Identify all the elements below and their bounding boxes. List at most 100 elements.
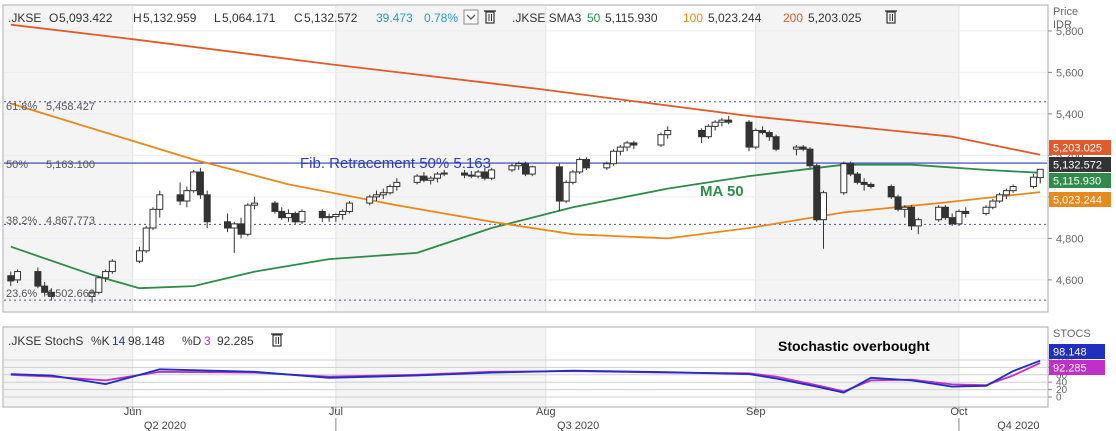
candle-body bbox=[420, 175, 428, 181]
candle bbox=[149, 207, 157, 231]
candle bbox=[582, 157, 590, 170]
candle bbox=[752, 128, 760, 150]
badge-stoch-d: 92.285 bbox=[1049, 360, 1105, 375]
candle bbox=[271, 201, 279, 214]
quarter-label: Q3 2020 bbox=[557, 420, 599, 431]
candle-body bbox=[847, 163, 855, 175]
candle-body bbox=[711, 121, 719, 127]
candle-body bbox=[820, 192, 827, 221]
candle-body bbox=[95, 277, 103, 293]
sma-period-200: 200 bbox=[783, 11, 803, 25]
candle-body bbox=[623, 142, 631, 148]
candle bbox=[244, 203, 252, 237]
candle-body bbox=[941, 206, 949, 219]
candle-body bbox=[772, 136, 780, 150]
candle-body bbox=[508, 165, 516, 171]
candle-body bbox=[704, 125, 712, 138]
badge-stoch-k-text: 98.148 bbox=[1053, 347, 1087, 359]
candle bbox=[847, 161, 855, 177]
sma-label: .JKSE SMA3 bbox=[512, 11, 582, 25]
stoch-k-value: 98.148 bbox=[128, 334, 165, 348]
candle-body bbox=[1036, 168, 1044, 179]
candle-body bbox=[799, 146, 807, 150]
candle-body bbox=[271, 202, 279, 212]
candle bbox=[576, 157, 584, 175]
candle-body bbox=[393, 181, 401, 188]
candle bbox=[935, 205, 943, 222]
candle-body bbox=[555, 166, 563, 202]
ma50-annotation: MA 50 bbox=[700, 183, 744, 200]
candle bbox=[345, 201, 353, 214]
month-label: Jul bbox=[329, 406, 343, 418]
price-axis-ticks: 5,8005,6005,4005,2005,0004,8004,600 bbox=[1048, 26, 1084, 287]
candle-body bbox=[989, 200, 997, 208]
candle-body bbox=[806, 148, 814, 167]
candle-body bbox=[142, 227, 150, 252]
price-tick-label: 4,600 bbox=[1056, 275, 1084, 287]
quarter-label: Q4 2020 bbox=[997, 420, 1039, 431]
candle-body bbox=[698, 129, 706, 138]
stoch-annotation: Stochastic overbought bbox=[778, 338, 930, 354]
candle-body bbox=[948, 217, 956, 225]
candle-body bbox=[894, 196, 902, 210]
candle bbox=[610, 149, 618, 166]
candle bbox=[745, 120, 753, 152]
change-value: 39.473 bbox=[376, 11, 413, 25]
candle-body bbox=[887, 186, 895, 198]
badge-stoch-k: 98.148 bbox=[1049, 344, 1105, 359]
candle bbox=[840, 161, 848, 195]
stoch-header: .JKSE StochS %K 14 98.148 %D 3 92.285 bbox=[8, 334, 254, 348]
badge-stoch-d-text: 92.285 bbox=[1053, 363, 1087, 375]
candle-body bbox=[630, 142, 638, 146]
candle-body bbox=[752, 129, 760, 148]
badge-sma100-text: 5,023.244 bbox=[1053, 195, 1102, 207]
candle-body bbox=[176, 194, 184, 202]
candle bbox=[941, 205, 949, 220]
candle bbox=[522, 161, 529, 177]
candle-body bbox=[1029, 176, 1037, 188]
candle bbox=[569, 169, 577, 185]
candle-body bbox=[461, 172, 469, 176]
candle bbox=[108, 259, 116, 274]
candle-body bbox=[528, 166, 536, 175]
low-label: L bbox=[214, 11, 221, 25]
price-tick-label: 5,800 bbox=[1056, 26, 1084, 38]
chevron-down-icon[interactable] bbox=[463, 9, 479, 25]
candle bbox=[95, 275, 103, 295]
candle-body bbox=[251, 202, 259, 206]
candle-body bbox=[224, 221, 231, 229]
low-value: 5,064.171 bbox=[222, 11, 276, 25]
high-value: 5,132.959 bbox=[143, 11, 197, 25]
candle-body bbox=[413, 175, 421, 183]
stoch-k-period: 14 bbox=[112, 334, 126, 348]
candle-body bbox=[373, 194, 380, 198]
fib-382-pct: 38.2% bbox=[6, 215, 37, 227]
sma-header: .JKSE SMA3 50 5,115.930 100 5,023.244 20… bbox=[512, 11, 862, 25]
candle-body bbox=[562, 181, 570, 202]
candle-body bbox=[1009, 186, 1017, 192]
stoch-d-value: 92.285 bbox=[217, 334, 254, 348]
stoch-tick-label: 0 bbox=[1056, 393, 1062, 404]
price-tick-label: 4,800 bbox=[1056, 233, 1084, 245]
fib-annotation: Fib. Retracement 50% 5.163 bbox=[300, 155, 491, 172]
candle-body bbox=[853, 173, 861, 183]
badge-last-price-text: 5,132.572 bbox=[1053, 160, 1102, 172]
candle bbox=[806, 147, 814, 168]
candle-body bbox=[244, 204, 252, 235]
candle-body bbox=[1002, 190, 1010, 196]
month-band bbox=[755, 6, 959, 311]
candle-body bbox=[664, 129, 672, 136]
sma-period-100: 100 bbox=[683, 11, 703, 25]
close-value: 5,132.572 bbox=[304, 11, 358, 25]
open-value: 5,093.422 bbox=[59, 11, 113, 25]
candle-body bbox=[582, 159, 590, 169]
candle bbox=[894, 194, 902, 212]
candle-body bbox=[867, 183, 875, 188]
candle-body bbox=[759, 129, 767, 134]
candle-body bbox=[196, 171, 204, 196]
candle-body bbox=[291, 212, 299, 223]
badge-sma200: 5,203.025 bbox=[1049, 140, 1111, 155]
candle-body bbox=[433, 173, 441, 179]
candle bbox=[813, 163, 821, 222]
candle-body bbox=[284, 212, 292, 219]
